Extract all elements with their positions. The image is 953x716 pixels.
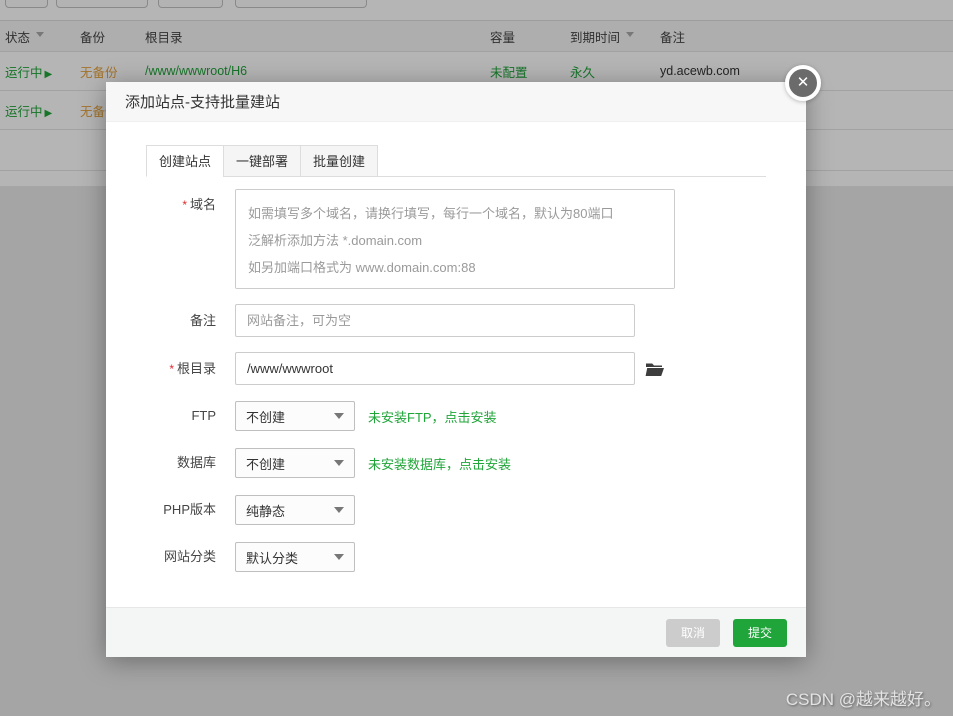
category-label: 网站分类 xyxy=(163,549,216,564)
php-select-value: 纯静态 xyxy=(246,503,286,519)
ftp-select-value: 不创建 xyxy=(246,409,286,425)
tab-one-click-deploy[interactable]: 一键部署 xyxy=(223,145,302,177)
chevron-down-icon xyxy=(334,460,344,471)
note-input[interactable] xyxy=(235,304,635,337)
domain-row: * 域名 xyxy=(146,189,766,289)
database-row: 数据库 不创建 未安装数据库，点击安装 xyxy=(146,447,766,479)
modal-body: 创建站点 一键部署 批量创建 *域名 备注 *根目录 xyxy=(106,122,806,607)
required-mark: * xyxy=(182,198,187,212)
close-icon[interactable]: ✕ xyxy=(785,65,821,101)
add-site-modal: ✕ 添加站点-支持批量建站 创建站点 一键部署 批量创建 *域名 备注 *根目录 xyxy=(106,65,821,657)
php-label: PHP版本 xyxy=(163,502,216,517)
note-label: 备注 xyxy=(189,312,216,328)
tab-bar: 创建站点 一键部署 批量创建 xyxy=(146,145,766,177)
ftp-select[interactable]: 不创建 xyxy=(235,401,355,431)
ftp-row: FTP 不创建 未安装FTP，点击安装 xyxy=(146,400,766,432)
modal-footer: 取消 提交 xyxy=(106,607,806,657)
tab-create-site[interactable]: 创建站点 xyxy=(146,145,225,177)
chevron-down-icon xyxy=(334,413,344,424)
site-category-select[interactable]: 默认分类 xyxy=(235,542,355,572)
required-mark: * xyxy=(169,361,174,376)
note-row: 备注 xyxy=(146,304,766,337)
chevron-down-icon xyxy=(334,507,344,518)
install-database-link[interactable]: 未安装数据库，点击安装 xyxy=(368,454,511,473)
category-row: 网站分类 默认分类 xyxy=(146,541,766,573)
tab-batch-create[interactable]: 批量创建 xyxy=(300,145,379,177)
submit-button[interactable]: 提交 xyxy=(732,618,787,647)
database-select[interactable]: 不创建 xyxy=(235,448,355,478)
domain-label: * 域名 xyxy=(182,197,216,212)
php-row: PHP版本 纯静态 xyxy=(146,494,766,526)
rootdir-row: * 根目录 xyxy=(146,352,766,385)
database-select-value: 不创建 xyxy=(246,456,286,472)
modal-header: 添加站点-支持批量建站 xyxy=(106,82,806,122)
folder-icon[interactable] xyxy=(645,361,665,377)
install-ftp-link[interactable]: 未安装FTP，点击安装 xyxy=(368,407,497,426)
domain-textarea[interactable] xyxy=(235,189,675,289)
modal-title: 添加站点-支持批量建站 xyxy=(125,94,280,111)
rootdir-input[interactable] xyxy=(235,352,635,385)
ftp-label: FTP xyxy=(191,408,216,423)
database-label: 数据库 xyxy=(176,455,216,470)
cancel-button[interactable]: 取消 xyxy=(665,618,720,647)
rootdir-label: * 根目录 xyxy=(169,360,216,376)
php-version-select[interactable]: 纯静态 xyxy=(235,495,355,525)
category-select-value: 默认分类 xyxy=(246,550,299,566)
create-site-form: *域名 备注 *根目录 FTP 不创建 xyxy=(146,177,766,573)
chevron-down-icon xyxy=(334,554,344,565)
